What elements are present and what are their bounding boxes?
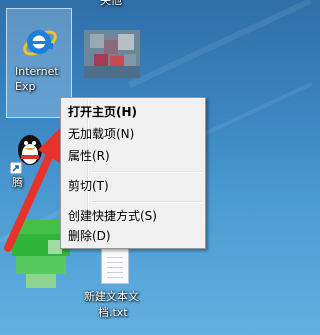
- menu-item-delete[interactable]: 删除(D): [63, 225, 203, 247]
- menu-item-cut[interactable]: 剪切(T): [63, 175, 203, 197]
- menu-item-open-homepage[interactable]: 打开主页(H): [63, 101, 203, 123]
- desktop: 失他 Internet Exp 腾 新建文本文 档.txt 打开主页(H) 无加…: [0, 0, 313, 335]
- context-menu: 打开主页(H) 无加载项(N) 属性(R) 剪切(T) 创建快捷方式(S) 删除…: [60, 97, 206, 249]
- menu-item-properties[interactable]: 属性(R): [63, 145, 203, 167]
- menu-item-create-shortcut[interactable]: 创建快捷方式(S): [63, 205, 203, 227]
- menu-separator: [91, 201, 202, 203]
- menu-separator: [91, 171, 202, 173]
- menu-item-no-addons[interactable]: 无加载项(N): [63, 123, 203, 145]
